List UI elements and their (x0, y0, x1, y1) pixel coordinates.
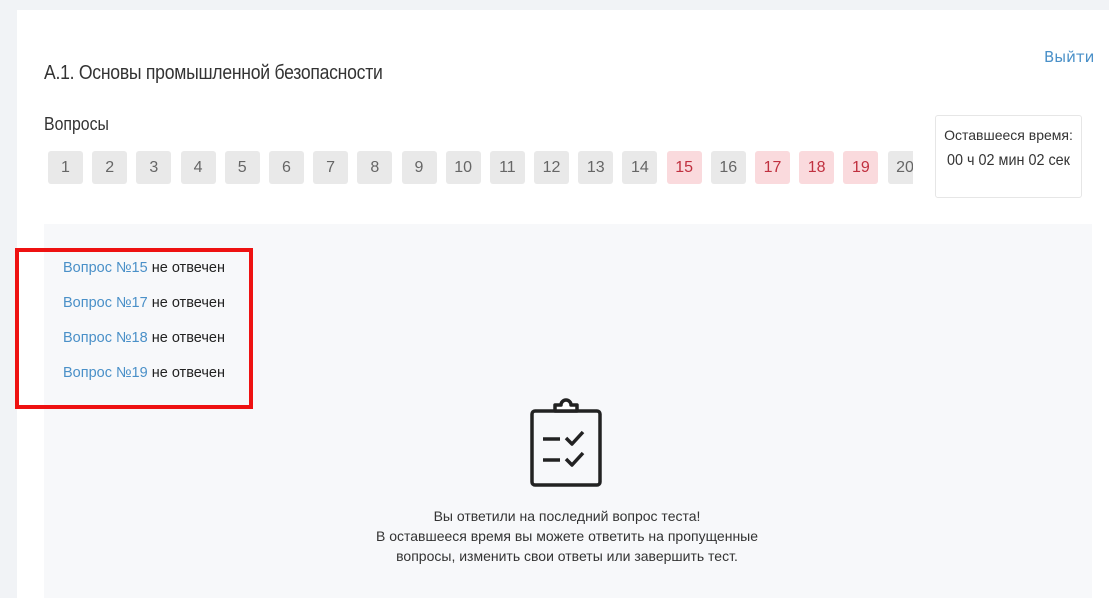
question-button-18[interactable]: 18 (799, 151, 835, 184)
missed-question-status: не отвечен (147, 260, 225, 276)
missed-question-link[interactable]: Вопрос №17 (63, 295, 148, 311)
question-button-8[interactable]: 8 (357, 151, 393, 184)
question-button-14[interactable]: 14 (622, 151, 658, 184)
question-button-10[interactable]: 10 (445, 151, 481, 184)
clipboard-check-icon (530, 398, 602, 487)
question-button-9[interactable]: 9 (401, 151, 437, 184)
question-button-12[interactable]: 12 (534, 151, 570, 184)
exit-link[interactable]: Выйти (1044, 48, 1094, 66)
missed-question-status: не отвечен (147, 365, 225, 381)
question-button-2[interactable]: 2 (92, 151, 128, 184)
missed-question-link[interactable]: Вопрос №15 (63, 260, 148, 276)
missed-question-item: Вопрос №18 не отвечен (63, 330, 225, 365)
missed-question-item: Вопрос №19 не отвечен (63, 365, 225, 400)
timer-label: Оставшееся время: (944, 127, 1073, 143)
missed-question-status: не отвечен (147, 295, 225, 311)
question-button-5[interactable]: 5 (224, 151, 260, 184)
timer-value: 00 ч 02 мин 02 сек (947, 152, 1070, 169)
page-title: А.1. Основы промышленной безопасности (44, 62, 383, 84)
missed-question-link[interactable]: Вопрос №18 (63, 330, 148, 346)
question-button-17[interactable]: 17 (755, 151, 790, 184)
missed-questions-list: Вопрос №15 не отвечен Вопрос №17 не отвеч… (63, 260, 225, 400)
question-button-6[interactable]: 6 (268, 151, 304, 184)
timer-box: Оставшееся время: 00 ч 02 мин 02 сек (935, 115, 1082, 198)
completion-message-line-2: В оставшееся время вы можете ответить на… (375, 528, 759, 544)
missed-question-item: Вопрос №15 не отвечен (63, 260, 225, 295)
question-button-4[interactable]: 4 (180, 151, 216, 184)
question-button-11[interactable]: 11 (489, 151, 525, 184)
question-navigator: 1 2 3 4 5 6 7 8 9 10 11 12 13 14 15 16 17 18 19 20 (48, 151, 913, 184)
question-button-16[interactable]: 16 (710, 151, 746, 184)
completion-message-line-3: вопросы, изменить свои ответы или заверш… (396, 548, 738, 564)
question-button-1[interactable]: 1 (48, 151, 83, 184)
completion-message: Вы ответили на последний вопрос теста! В… (300, 506, 834, 566)
missed-question-link[interactable]: Вопрос №19 (63, 365, 148, 381)
question-button-7[interactable]: 7 (313, 151, 349, 184)
missed-question-item: Вопрос №17 не отвечен (63, 295, 225, 330)
question-button-13[interactable]: 13 (578, 151, 614, 184)
question-button-15[interactable]: 15 (666, 151, 702, 184)
missed-question-status: не отвечен (147, 330, 225, 346)
question-button-3[interactable]: 3 (136, 151, 172, 184)
question-button-19[interactable]: 19 (843, 151, 879, 184)
question-button-20[interactable]: 20 (887, 151, 913, 184)
completion-message-line-1: Вы ответили на последний вопрос теста! (433, 508, 701, 524)
questions-label: Вопросы (44, 114, 109, 134)
